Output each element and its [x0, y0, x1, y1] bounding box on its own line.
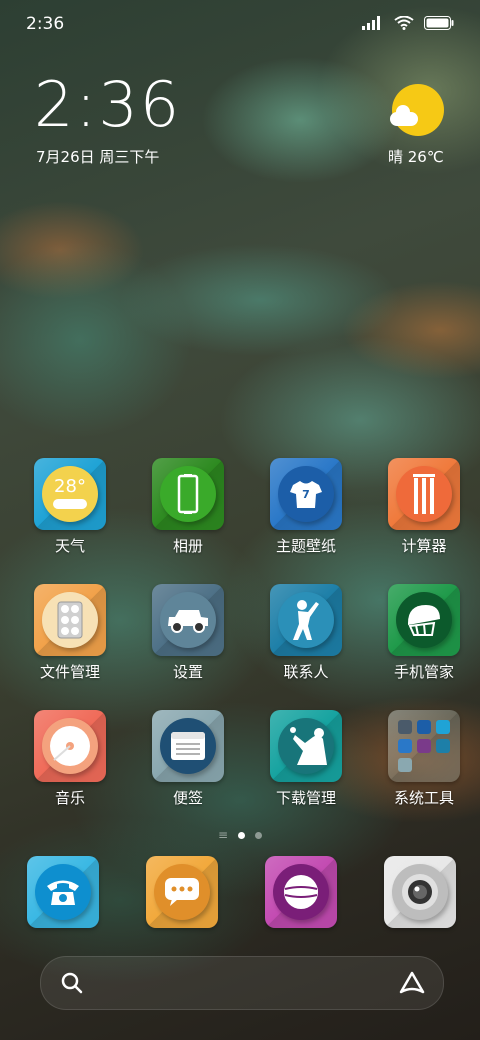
status-bar: 2:36 [0, 0, 480, 50]
browser-app-icon [264, 856, 337, 928]
lens-icon [401, 874, 438, 910]
app-themes[interactable]: 7 主题壁纸 [250, 458, 362, 584]
dock-camera[interactable] [363, 856, 476, 928]
jeep-icon [168, 610, 208, 633]
messages-app-icon [145, 856, 218, 928]
app-label: 便签 [172, 789, 203, 807]
balls-box-icon [57, 601, 83, 639]
app-label: 手机管家 [393, 663, 454, 681]
settings-app-icon [152, 584, 224, 656]
chat-bubble-icon [164, 878, 199, 906]
clock-date: 7月26日 周三下午 [36, 148, 160, 166]
app-weather[interactable]: 28° 天气 [14, 458, 126, 584]
app-notes[interactable]: 便签 [132, 710, 244, 836]
dock-messages[interactable] [125, 856, 238, 928]
phone-frame-icon [177, 474, 199, 514]
app-settings[interactable]: 设置 [132, 584, 244, 710]
app-label: 相册 [172, 537, 203, 555]
stumps-icon [413, 474, 435, 514]
page-dot [255, 831, 263, 839]
shirt-number: 7 [302, 488, 310, 501]
search-bar[interactable] [40, 956, 444, 1010]
contacts-app-icon [270, 584, 342, 656]
folder-system-tools[interactable]: 系统工具 [368, 710, 480, 836]
app-gallery[interactable]: 相册 [132, 458, 244, 584]
fielder-icon [290, 727, 327, 765]
app-security[interactable]: 手机管家 [368, 584, 480, 710]
page-dot-active [238, 831, 246, 839]
app-label: 天气 [54, 537, 85, 555]
music-app-icon [34, 710, 106, 782]
app-grid: 28° 天气 相册 7 主题壁纸 计算器 文件管理 设置 联系人 手机管家 音乐… [0, 458, 480, 836]
notes-app-icon [152, 710, 224, 782]
weather-text: 晴 26℃ [388, 148, 444, 166]
weather-temp: 28° [54, 475, 86, 497]
app-label: 下载管理 [275, 789, 336, 807]
app-label: 主题壁纸 [275, 537, 336, 555]
app-downloads[interactable]: 下载管理 [250, 710, 362, 836]
security-app-icon [388, 584, 460, 656]
camera-app-icon [383, 856, 456, 928]
signal-icon [362, 16, 380, 30]
clock-time[interactable]: 2:36 [34, 74, 181, 136]
dock-browser[interactable] [244, 856, 357, 928]
batsman-icon [293, 600, 319, 640]
app-label: 计算器 [401, 537, 447, 555]
app-files[interactable]: 文件管理 [14, 584, 126, 710]
helmet-icon [408, 605, 440, 636]
status-time: 2:36 [26, 14, 65, 34]
files-app-icon [34, 584, 106, 656]
disc-icon [50, 726, 90, 766]
app-music[interactable]: 音乐 [14, 710, 126, 836]
gallery-app-icon [152, 458, 224, 530]
search-icon[interactable] [61, 972, 83, 994]
app-label: 音乐 [54, 789, 85, 807]
phone-app-icon [26, 856, 99, 928]
telephone-icon [46, 880, 79, 905]
calculator-app-icon [388, 458, 460, 530]
app-label: 联系人 [283, 663, 329, 681]
app-label: 设置 [172, 663, 203, 681]
app-calculator[interactable]: 计算器 [368, 458, 480, 584]
folder-label: 系统工具 [393, 789, 454, 807]
dock-phone[interactable] [6, 856, 119, 928]
themes-app-icon: 7 [270, 458, 342, 530]
cricket-ball-icon [283, 875, 318, 909]
dock [0, 856, 480, 928]
note-icon [171, 732, 205, 760]
wifi-icon [394, 16, 414, 30]
page-indicator[interactable]: ≡ [0, 828, 480, 842]
cloud-icon [390, 105, 418, 126]
assistant-icon[interactable] [399, 971, 425, 995]
weather-app-icon: 28° [34, 458, 106, 530]
menu-lines-icon: ≡ [217, 828, 229, 842]
app-label: 文件管理 [39, 663, 100, 681]
folder-icon [388, 710, 460, 782]
battery-icon [424, 16, 454, 30]
downloads-app-icon [270, 710, 342, 782]
app-contacts[interactable]: 联系人 [250, 584, 362, 710]
